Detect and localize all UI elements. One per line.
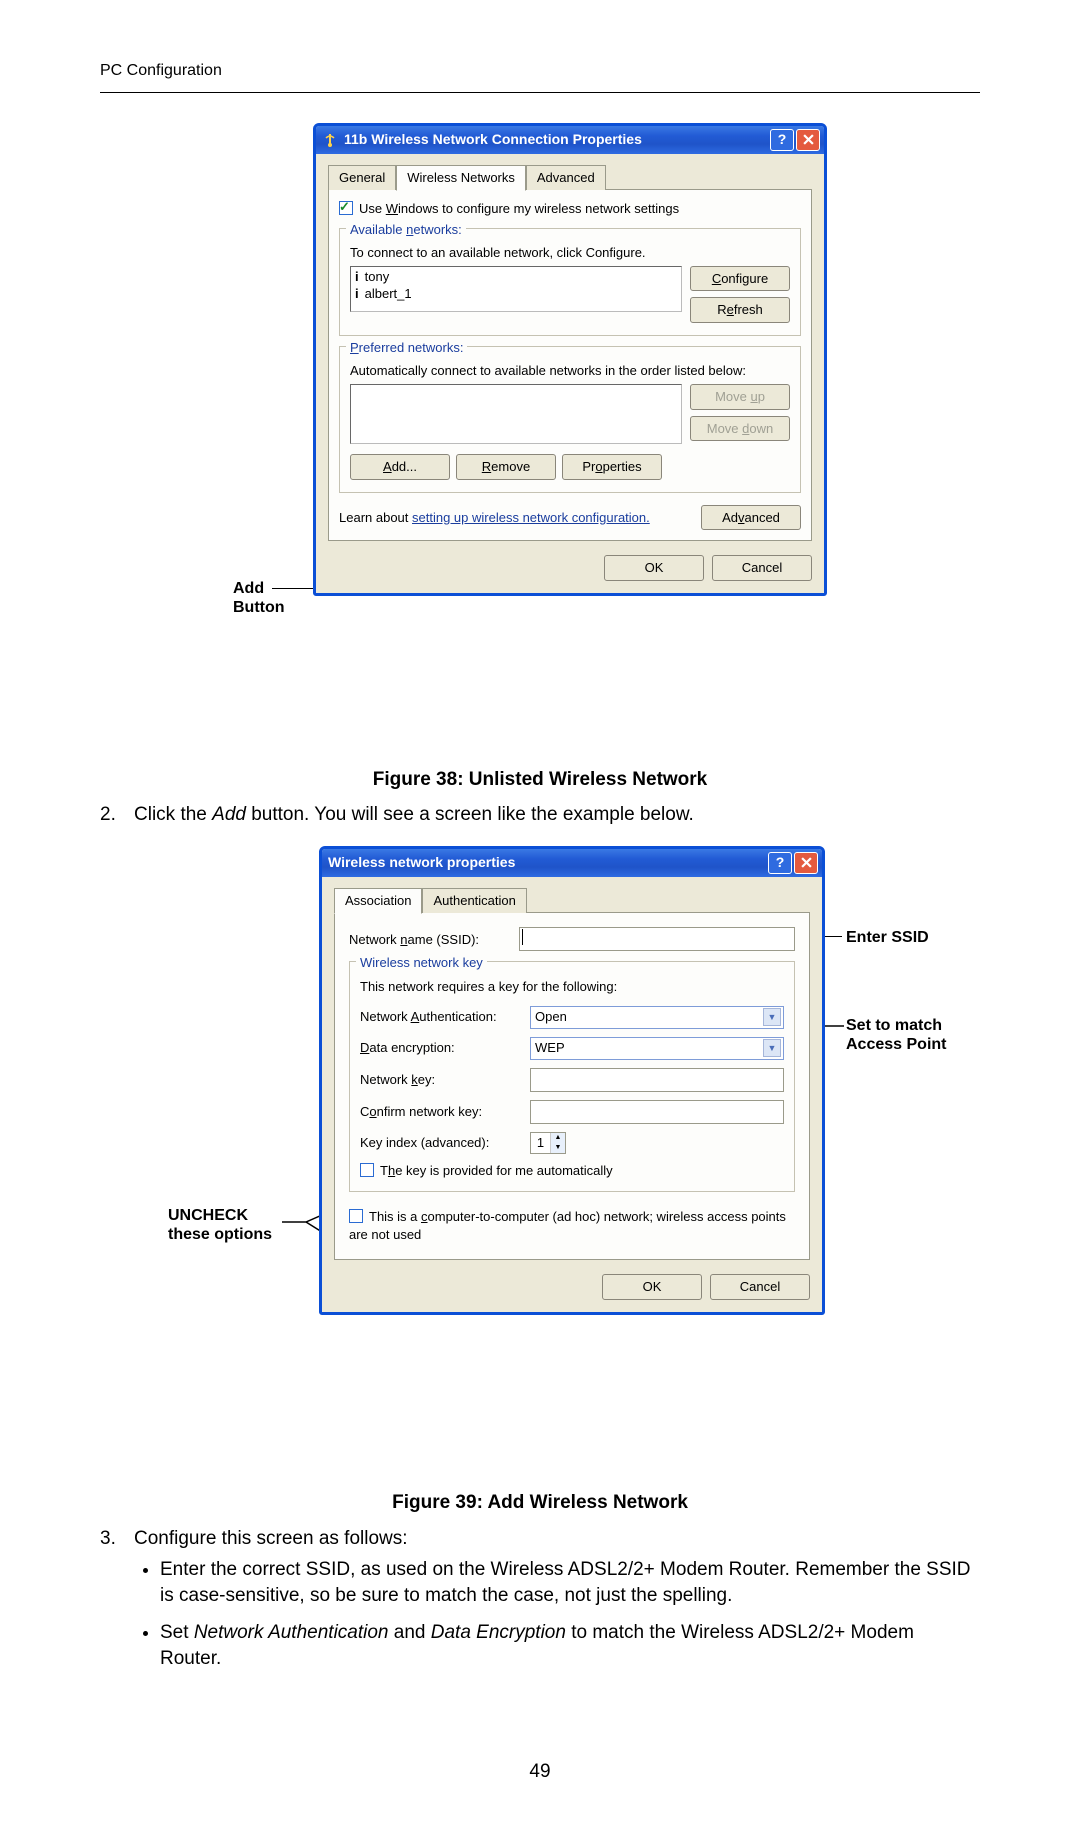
remove-button[interactable]: Remove bbox=[456, 454, 556, 480]
figure-38-wrap: Add Button 11b Wireless Network Connecti… bbox=[100, 123, 980, 763]
key-help: This network requires a key for the foll… bbox=[360, 978, 784, 996]
titlebar: 11b Wireless Network Connection Properti… bbox=[316, 126, 824, 154]
bullet-item: Set Network Authentication and Data Encr… bbox=[160, 1620, 980, 1671]
list-item[interactable]: tony bbox=[365, 269, 390, 284]
dialog-wireless-properties: 11b Wireless Network Connection Properti… bbox=[313, 123, 827, 596]
running-head: PC Configuration bbox=[100, 60, 980, 82]
chevron-down-icon: ▼ bbox=[551, 1143, 565, 1153]
movedown-button[interactable]: Move down bbox=[690, 416, 790, 442]
checkbox-use-windows[interactable] bbox=[339, 201, 353, 215]
callout-enter-ssid: Enter SSID bbox=[846, 928, 929, 947]
figure-38-caption: Figure 38: Unlisted Wireless Network bbox=[100, 767, 980, 793]
figure-39-wrap: Enter SSID Set to matchAccess Point UNCH… bbox=[100, 846, 980, 1486]
close-icon bbox=[803, 134, 814, 145]
header-rule bbox=[100, 92, 980, 93]
advanced-button[interactable]: Advanced bbox=[701, 505, 801, 531]
data-encryption-select[interactable]: WEP ▼ bbox=[530, 1037, 784, 1060]
callout-set-to-match: Set to matchAccess Point bbox=[846, 1016, 946, 1054]
help-button[interactable]: ? bbox=[770, 129, 794, 151]
network-auth-select[interactable]: Open ▼ bbox=[530, 1006, 784, 1029]
document-page: PC Configuration Add Button 11b Wireless… bbox=[0, 0, 1080, 1823]
step-3-text: Configure this screen as follows: bbox=[134, 1526, 408, 1552]
properties-button[interactable]: Properties bbox=[562, 454, 662, 480]
group-wireless-key: Wireless network key This network requir… bbox=[349, 961, 795, 1192]
tab-advanced[interactable]: Advanced bbox=[526, 165, 606, 191]
confirm-key-input[interactable] bbox=[530, 1100, 784, 1124]
titlebar-text: Wireless network properties bbox=[328, 853, 766, 872]
network-item-icon: i bbox=[355, 269, 359, 284]
tab-row: AssociationAuthentication bbox=[334, 887, 810, 914]
tab-row: GeneralWireless NetworksAdvanced bbox=[328, 164, 812, 191]
chevron-down-icon: ▼ bbox=[763, 1039, 781, 1057]
key-index-stepper[interactable]: 1 ▲▼ bbox=[530, 1132, 566, 1154]
chevron-up-icon: ▲ bbox=[551, 1133, 565, 1143]
learn-text: Learn about setting up wireless network … bbox=[339, 509, 693, 527]
add-button[interactable]: Add... bbox=[350, 454, 450, 480]
network-item-icon: i bbox=[355, 286, 359, 301]
checkbox-adhoc[interactable] bbox=[349, 1209, 363, 1223]
callout-add-button: Add Button bbox=[233, 579, 285, 617]
step-number: 3. bbox=[100, 1526, 134, 1552]
tab-association[interactable]: Association bbox=[334, 888, 422, 915]
moveup-button[interactable]: Move up bbox=[690, 384, 790, 410]
callout-uncheck: UNCHECKthese options bbox=[168, 1206, 272, 1244]
cancel-button[interactable]: Cancel bbox=[710, 1274, 810, 1300]
chevron-down-icon: ▼ bbox=[763, 1008, 781, 1026]
bullet-item: Enter the correct SSID, as used on the W… bbox=[160, 1557, 980, 1608]
available-help: To connect to an available network, clic… bbox=[350, 244, 790, 262]
bullet-list: Enter the correct SSID, as used on the W… bbox=[160, 1557, 980, 1672]
tab-authentication[interactable]: Authentication bbox=[422, 888, 526, 914]
ok-button[interactable]: OK bbox=[604, 555, 704, 581]
wireless-icon bbox=[322, 132, 338, 148]
group-available: Available networks: To connect to an ava… bbox=[339, 228, 801, 336]
preferred-networks-list[interactable] bbox=[350, 384, 682, 444]
checkbox-auto-key[interactable] bbox=[360, 1163, 374, 1177]
ssid-row: Network name (SSID): bbox=[349, 927, 795, 951]
close-button[interactable] bbox=[794, 852, 818, 874]
step-number: 2. bbox=[100, 802, 134, 828]
tab-general[interactable]: General bbox=[328, 165, 396, 191]
learn-link[interactable]: setting up wireless network configuratio… bbox=[412, 510, 650, 525]
auto-key-row[interactable]: The key is provided for me automatically bbox=[360, 1162, 784, 1180]
page-number: 49 bbox=[0, 1759, 1080, 1785]
list-item[interactable]: albert_1 bbox=[365, 286, 412, 301]
ok-button[interactable]: OK bbox=[602, 1274, 702, 1300]
adhoc-row[interactable]: This is a computer-to-computer (ad hoc) … bbox=[349, 1208, 795, 1243]
group-preferred: Preferred networks: Automatically connec… bbox=[339, 346, 801, 493]
refresh-button[interactable]: Refresh bbox=[690, 297, 790, 323]
titlebar-text: 11b Wireless Network Connection Properti… bbox=[344, 130, 768, 149]
help-button[interactable]: ? bbox=[768, 852, 792, 874]
ssid-input[interactable] bbox=[519, 927, 795, 951]
available-networks-list[interactable]: itony i albert_1 bbox=[350, 266, 682, 312]
use-windows-row[interactable]: Use Windows to configure my wireless net… bbox=[339, 200, 801, 218]
titlebar: Wireless network properties ? bbox=[322, 849, 822, 877]
figure-39-caption: Figure 39: Add Wireless Network bbox=[100, 1490, 980, 1516]
close-icon bbox=[801, 857, 812, 868]
configure-button[interactable]: Configure bbox=[690, 266, 790, 292]
cancel-button[interactable]: Cancel bbox=[712, 555, 812, 581]
network-key-input[interactable] bbox=[530, 1068, 784, 1092]
tab-wireless[interactable]: Wireless Networks bbox=[396, 165, 526, 192]
dialog-wireless-network-properties: Wireless network properties ? Associatio… bbox=[319, 846, 825, 1315]
preferred-help: Automatically connect to available netwo… bbox=[350, 362, 790, 380]
close-button[interactable] bbox=[796, 129, 820, 151]
step-2-text: Click the Add button. You will see a scr… bbox=[134, 802, 694, 828]
